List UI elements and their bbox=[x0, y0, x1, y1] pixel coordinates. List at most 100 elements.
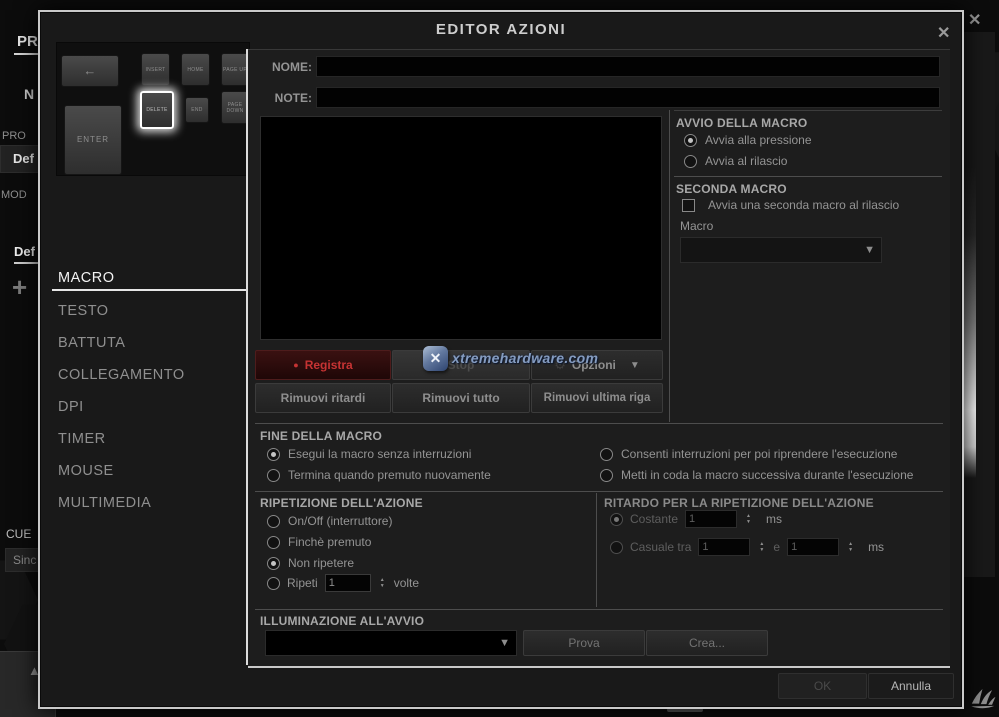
record-label: Registra bbox=[305, 358, 353, 372]
spinner-down-icon[interactable]: ▼ bbox=[848, 547, 853, 553]
sidebar-item-timer[interactable]: TIMER bbox=[58, 431, 106, 447]
macro-select-label: Macro bbox=[680, 219, 713, 233]
radio-ripeti[interactable] bbox=[267, 577, 280, 590]
radio-label: Termina quando premuto nuovamente bbox=[288, 468, 491, 482]
note-input[interactable] bbox=[316, 87, 940, 108]
bg-sync-button[interactable]: Sinc bbox=[5, 548, 40, 572]
key-end[interactable]: END bbox=[185, 97, 209, 123]
name-input[interactable] bbox=[316, 56, 940, 77]
radio-consenti-interruzioni[interactable] bbox=[600, 448, 613, 461]
record-button[interactable]: ● Registra bbox=[255, 350, 391, 380]
sidebar-item-macro[interactable]: MACRO bbox=[58, 270, 114, 286]
dialog-close-button[interactable]: ✕ bbox=[937, 23, 950, 43]
divider bbox=[255, 423, 943, 424]
radio-row-start-release: Avvia al rilascio bbox=[684, 153, 787, 169]
remove-last-row-button[interactable]: Rimuovi ultima riga bbox=[531, 383, 663, 413]
repeat-count-input[interactable] bbox=[325, 574, 371, 592]
divider bbox=[674, 110, 942, 111]
repeat-delay-header: RITARDO PER LA RIPETIZIONE DELL'AZIONE bbox=[604, 496, 874, 510]
radio-row: Termina quando premuto nuovamente bbox=[267, 467, 491, 483]
key-page-up[interactable]: PAGE UP bbox=[221, 53, 249, 86]
spinner[interactable]: ▲ ▼ bbox=[744, 513, 753, 525]
macro-action-list[interactable] bbox=[260, 116, 662, 340]
bg-nav-fragment: N bbox=[24, 86, 38, 102]
divider bbox=[255, 609, 943, 610]
radio-label: On/Off (interruttore) bbox=[288, 514, 392, 528]
cancel-button[interactable]: Annulla bbox=[868, 673, 954, 699]
create-lighting-label: Crea... bbox=[689, 636, 725, 650]
ok-label: OK bbox=[814, 679, 831, 693]
second-macro-header: SECONDA MACRO bbox=[676, 182, 787, 196]
name-label: NOME: bbox=[268, 60, 312, 74]
radio-casuale[interactable] bbox=[610, 541, 623, 554]
ok-button[interactable]: OK bbox=[778, 673, 867, 699]
sidebar-item-mouse[interactable]: MOUSE bbox=[58, 463, 114, 479]
create-lighting-button[interactable]: Crea... bbox=[646, 630, 768, 656]
key-backspace[interactable]: ← bbox=[61, 55, 119, 87]
spinner[interactable]: ▲ ▼ bbox=[757, 541, 766, 553]
radio-label: Avvia alla pressione bbox=[705, 133, 812, 147]
chevron-down-icon: ▼ bbox=[864, 244, 875, 256]
radio-avvia-pressione[interactable] bbox=[684, 134, 697, 147]
radio-non-ripetere[interactable] bbox=[267, 557, 280, 570]
chevron-down-icon: ▼ bbox=[499, 637, 510, 649]
key-insert[interactable]: INSERT bbox=[141, 53, 170, 86]
random-min-input[interactable] bbox=[698, 538, 750, 556]
radio-row: Metti in coda la macro successiva durant… bbox=[600, 467, 913, 483]
radio-metti-in-coda[interactable] bbox=[600, 469, 613, 482]
startup-lighting-header: ILLUMINAZIONE ALL'AVVIO bbox=[260, 614, 424, 628]
sidebar-selected-underline bbox=[52, 289, 248, 291]
sidebar-item-testo[interactable]: TESTO bbox=[58, 303, 109, 319]
second-macro-dropdown[interactable]: ▼ bbox=[680, 237, 882, 263]
radio-finche-premuto[interactable] bbox=[267, 536, 280, 549]
radio-esegui-senza-interruzioni[interactable] bbox=[267, 448, 280, 461]
radio-label: Consenti interruzioni per poi riprendere… bbox=[621, 447, 897, 461]
bg-tab-profiles[interactable]: PR bbox=[17, 33, 38, 50]
remove-all-button[interactable]: Rimuovi tutto bbox=[392, 383, 530, 413]
divider bbox=[596, 493, 597, 607]
sidebar-item-battuta[interactable]: BATTUTA bbox=[58, 335, 125, 351]
spinner[interactable]: ▲ ▼ bbox=[846, 541, 855, 553]
test-lighting-label: Prova bbox=[568, 636, 599, 650]
macro-end-header: FINE DELLA MACRO bbox=[260, 429, 382, 443]
key-home[interactable]: HOME bbox=[181, 53, 210, 86]
random-max-input[interactable] bbox=[787, 538, 839, 556]
radio-costante[interactable] bbox=[610, 513, 623, 526]
radio-termina-quando-premuto[interactable] bbox=[267, 469, 280, 482]
startup-lighting-dropdown[interactable]: ▼ bbox=[265, 630, 517, 656]
second-macro-checkbox[interactable] bbox=[682, 199, 695, 212]
bg-add-mode-button[interactable]: + bbox=[12, 272, 38, 303]
sidebar-item-dpi[interactable]: DPI bbox=[58, 399, 84, 415]
test-lighting-button[interactable]: Prova bbox=[523, 630, 645, 656]
remove-delays-button[interactable]: Rimuovi ritardi bbox=[255, 383, 391, 413]
bg-tab-underline bbox=[14, 53, 38, 55]
radio-avvia-rilascio[interactable] bbox=[684, 155, 697, 168]
bg-mode-tab[interactable]: Def bbox=[14, 244, 38, 259]
chevron-down-icon: ▼ bbox=[630, 360, 640, 371]
radio-row: On/Off (interruttore) bbox=[267, 513, 392, 529]
constant-delay-input[interactable] bbox=[685, 510, 737, 528]
radio-row-start-press: Avvia alla pressione bbox=[684, 132, 812, 148]
remove-all-label: Rimuovi tutto bbox=[422, 391, 499, 405]
spinner[interactable]: ▲ ▼ bbox=[378, 577, 387, 589]
key-delete-highlighted[interactable]: DELETE bbox=[140, 91, 174, 129]
spinner-down-icon[interactable]: ▼ bbox=[759, 547, 764, 553]
bg-profile-value: Def bbox=[13, 151, 39, 166]
spinner-down-icon[interactable]: ▼ bbox=[380, 583, 385, 589]
radio-row: Finchè premuto bbox=[267, 534, 371, 550]
divider bbox=[674, 176, 942, 177]
main-window-close-button[interactable]: ✕ bbox=[968, 10, 981, 30]
bg-cue-label: CUE bbox=[6, 527, 38, 541]
spinner-down-icon[interactable]: ▼ bbox=[746, 519, 751, 525]
sidebar-item-multimedia[interactable]: MULTIMEDIA bbox=[58, 495, 151, 511]
remove-last-row-label: Rimuovi ultima riga bbox=[544, 392, 651, 404]
bg-scrollbar-glow[interactable] bbox=[963, 166, 976, 478]
key-enter[interactable]: ENTER bbox=[64, 105, 122, 175]
key-page-down[interactable]: PAGE DOWN bbox=[221, 91, 249, 124]
radio-label: Costante bbox=[630, 512, 678, 526]
sidebar-item-collegamento[interactable]: COLLEGAMENTO bbox=[58, 367, 185, 383]
bg-profile-select[interactable]: Def bbox=[0, 145, 40, 173]
screen: PR N PRO Def MOD Def + CUE Sinc ▲ ✕ ▸ ED… bbox=[0, 0, 999, 717]
radio-on-off[interactable] bbox=[267, 515, 280, 528]
watermark-text: xtremehardware.com bbox=[452, 350, 598, 366]
